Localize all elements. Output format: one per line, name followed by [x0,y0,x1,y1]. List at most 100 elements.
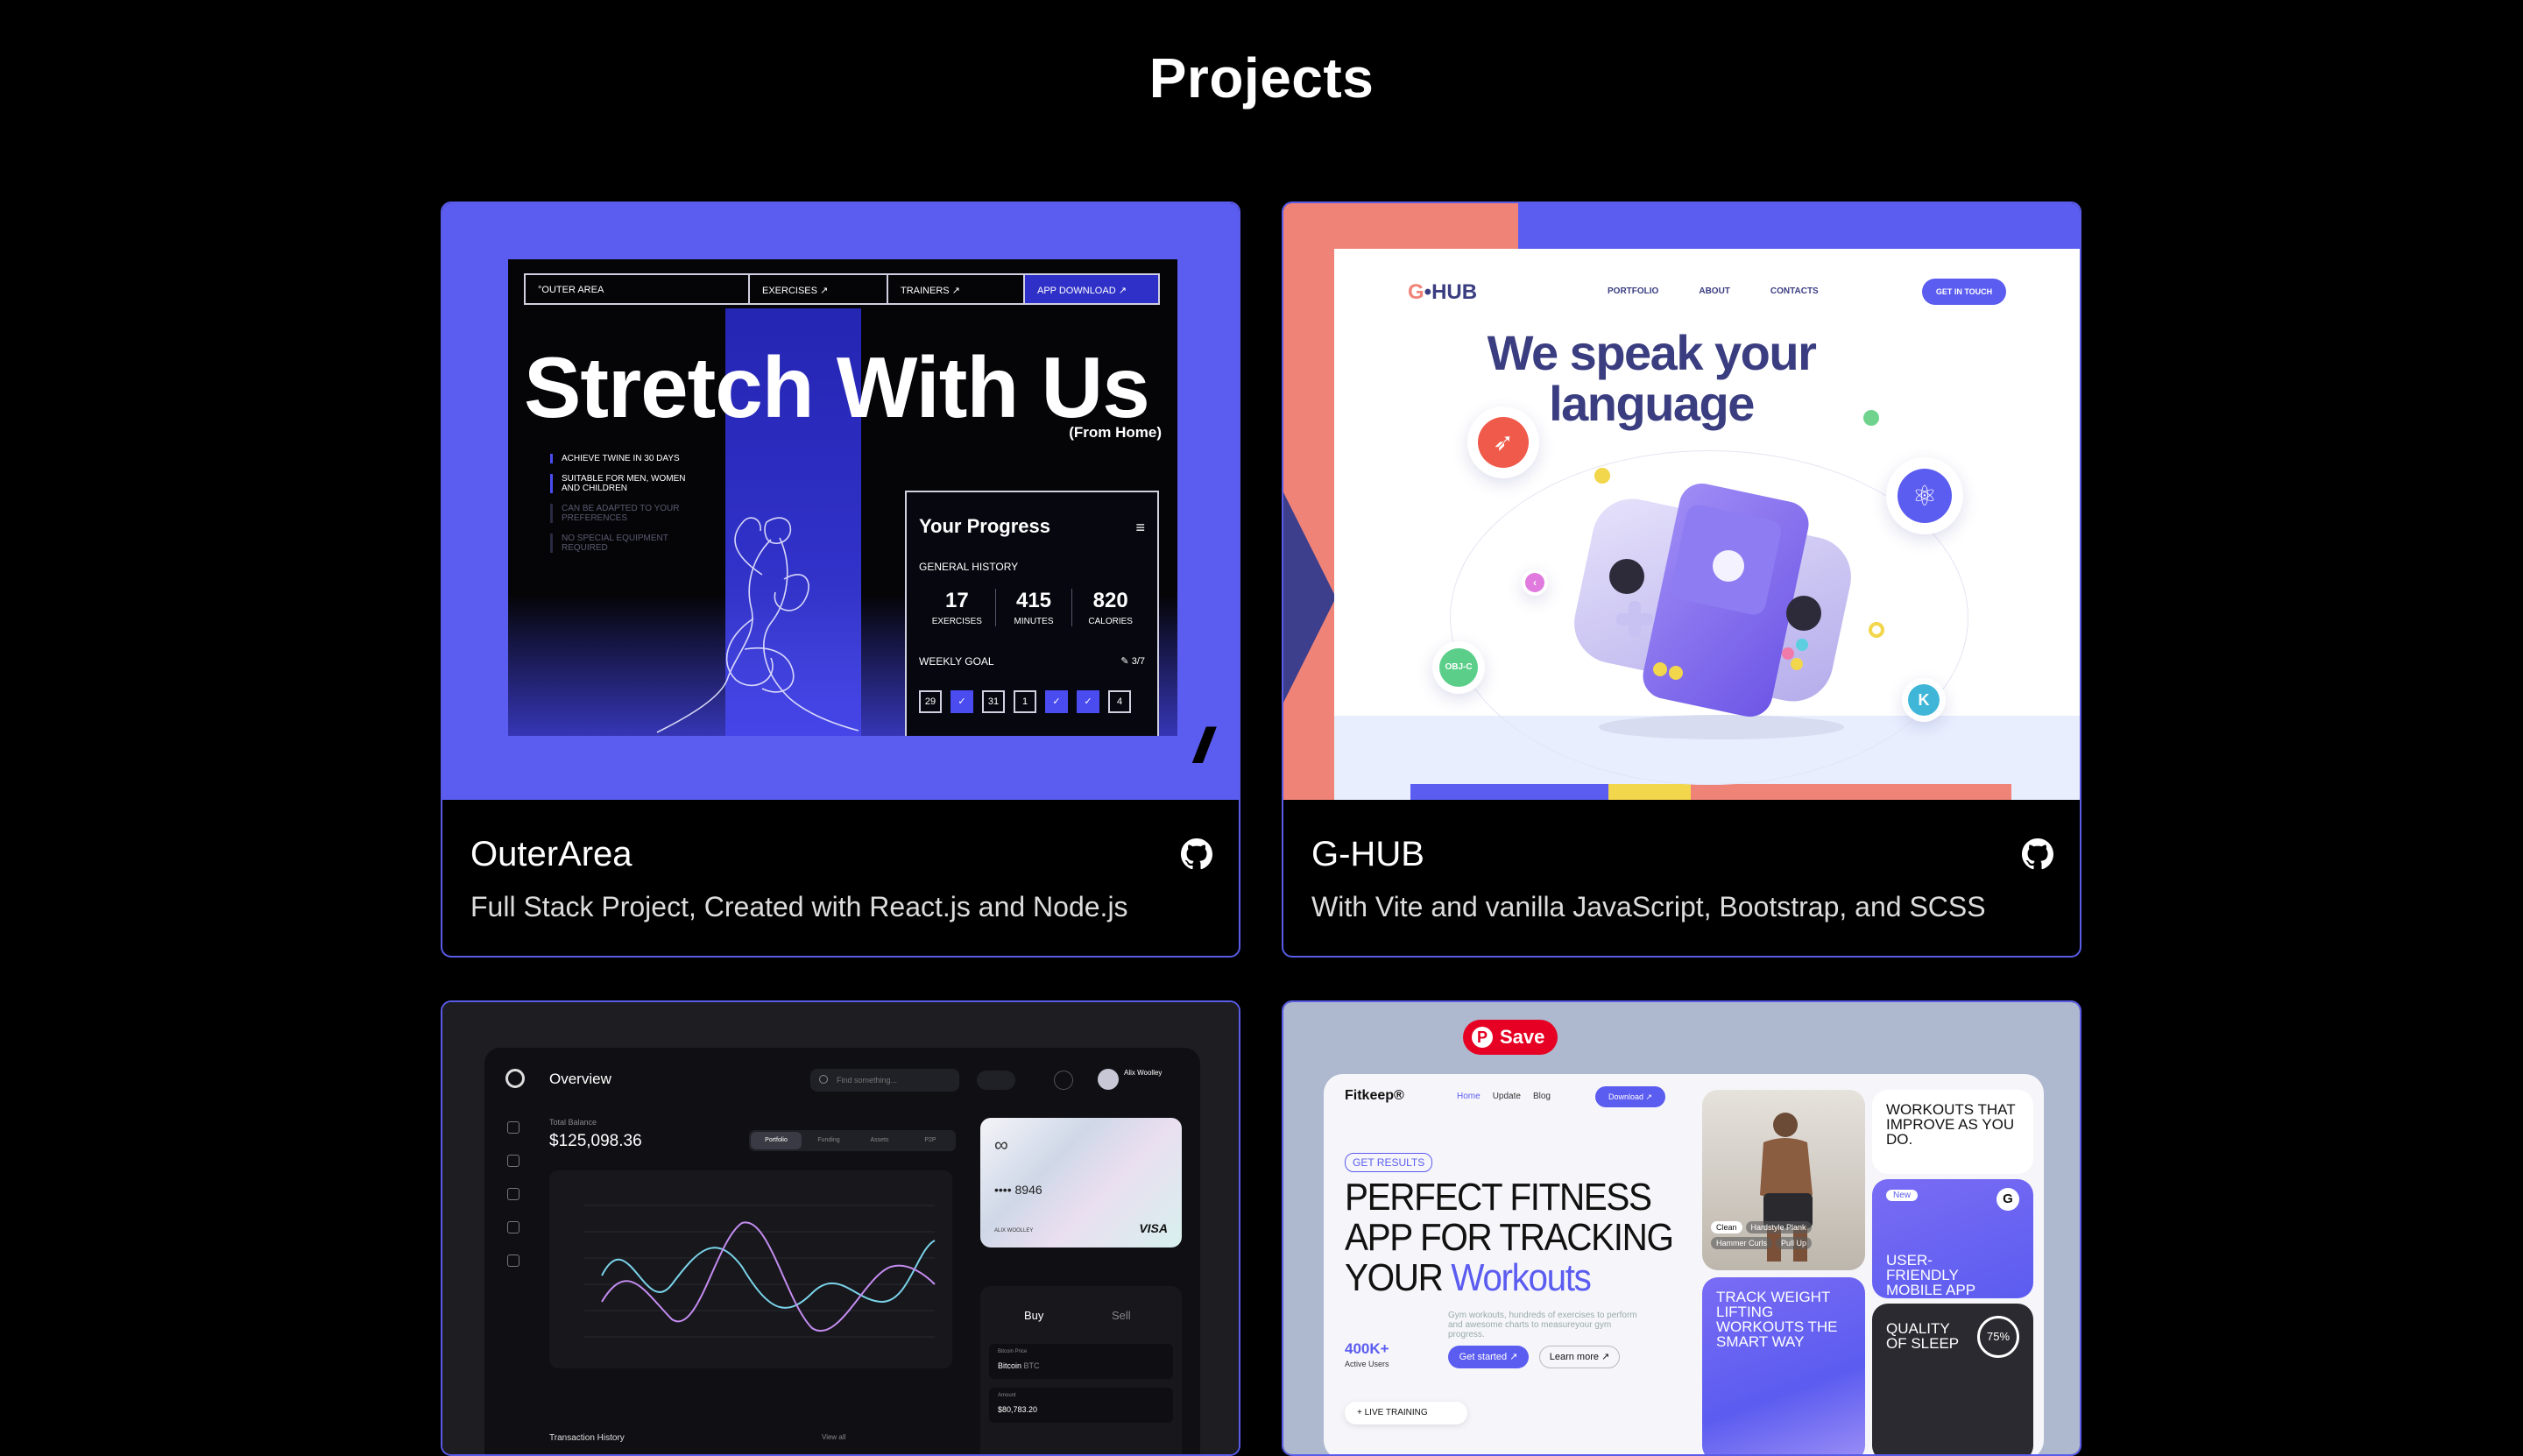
project-card-crypto-dashboard[interactable]: Overview Find something... Alix Woolley … [441,1000,1240,1456]
project-title: G-HUB [1311,835,1424,873]
sleep-progress-ring: 75% [1977,1316,2019,1358]
exercise-tags: Clean Hardstyle Plank Hammer Curls Pull … [1711,1221,1860,1249]
ghub-logo: G•HUB [1408,280,1478,304]
learn-more-button: Learn more ↗ [1539,1346,1620,1368]
objc-icon: OBJ-C [1432,641,1485,694]
stripe-coral [1691,784,2011,800]
day-box-checked: ✓ [951,690,973,713]
github-icon[interactable] [1181,838,1212,870]
sidebar-icons [507,1121,519,1288]
get-started-button: Get started ↗ [1448,1346,1529,1368]
nav-blog: Blog [1532,1092,1551,1101]
react-icon: ⚛ [1886,457,1963,534]
card-number: •••• 8946 [994,1183,1042,1197]
stat-calories: 820 CALORIES [1088,589,1133,626]
weekly-goal-value: ✎ 3/7 [1120,656,1145,667]
card-holder: ALIX WOOLLEY [994,1228,1034,1233]
nav-about: ABOUT [1699,286,1730,296]
track-weight-tile: TRACK WEIGHT LIFTING WORKOUTS THE SMART … [1702,1277,1865,1454]
nav-portfolio: PORTFOLIO [1608,286,1659,296]
project-thumbnail[interactable]: G•HUB PORTFOLIO ABOUT CONTACTS GET IN TO… [1283,203,2080,800]
feature-list: ACHIEVE TWINE IN 30 DAYS SUITABLE FOR ME… [550,454,690,563]
feature-item: ACHIEVE TWINE IN 30 DAYS [550,454,690,463]
get-in-touch-button: GET IN TOUCH [1922,279,2006,305]
transaction-history-title: Transaction History [549,1433,625,1443]
project-card-ghub[interactable]: G•HUB PORTFOLIO ABOUT CONTACTS GET IN TO… [1282,201,2081,958]
weekly-goal-label: WEEKLY GOAL [919,655,994,668]
brand-mark: // [1193,717,1212,773]
user-friendly-tile: New G USER-FRIENDLY MOBILE APP [1872,1179,2033,1298]
fitkeep-headline: PERFECT FITNESS APP FOR TRACKING YOUR Wo… [1345,1176,1674,1299]
nav-update: Update [1492,1092,1521,1101]
day-box: 29 [919,690,942,713]
athlete-photo-tile: Clean Hardstyle Plank Hammer Curls Pull … [1702,1090,1865,1270]
total-balance-label: Total Balance [549,1118,597,1127]
project-thumbnail[interactable]: °OUTER AREA EXERCISES ↗ TRAINERS ↗ APP D… [442,203,1239,800]
tab-portfolio: Portfolio [751,1132,802,1149]
kotlin-icon: K [1902,678,1946,722]
wallet-icon [507,1155,519,1167]
buy-tab: Buy [1024,1309,1044,1322]
settings-icon [507,1255,519,1267]
sell-tab: Sell [1112,1309,1131,1322]
nav-home: Home [1457,1092,1481,1101]
project-thumbnail[interactable]: Fitkeep® Home Update Blog Download ↗ GET… [1283,1002,2080,1454]
get-results-badge: GET RESULTS [1345,1153,1433,1172]
project-description: Full Stack Project, Created with React.j… [470,891,1128,922]
project-card-outerarea[interactable]: °OUTER AREA EXERCISES ↗ TRAINERS ↗ APP D… [441,201,1240,958]
general-history-label: GENERAL HISTORY [919,561,1019,573]
day-box: 31 [982,690,1005,713]
github-icon[interactable] [2022,838,2053,870]
nav-exercises: EXERCISES ↗ [750,275,888,303]
day-box: 4 [1108,690,1131,713]
hero-heading: Stretch With Us [524,339,1150,435]
google-play-icon: G [1996,1188,2019,1211]
active-users-label: Active Users [1345,1360,1389,1368]
active-users-count: 400K+ [1345,1340,1389,1357]
project-card-fitkeep[interactable]: Fitkeep® Home Update Blog Download ↗ GET… [1282,1000,2081,1456]
avatar [1098,1069,1119,1090]
game-console-illustration [1574,483,1851,739]
navy-triangle [1283,492,1336,703]
buy-sell-panel: Buy Sell Bitcoin Price Bitcoin BTC Amoun… [980,1286,1182,1454]
amount-field: Amount $80,783.20 [989,1388,1173,1423]
yellow-ring [1869,622,1884,638]
weekly-days: 29 ✓ 31 1 ✓ ✓ 4 [919,690,1131,713]
progress-panel: Your Progress ≡ GENERAL HISTORY 17 EXERCI… [905,491,1159,736]
improve-tile: WORKOUTS THAT IMPROVE AS YOU DO. [1872,1090,2033,1174]
project-description: With Vite and vanilla JavaScript, Bootst… [1311,891,1986,922]
download-button: Download ↗ [1595,1086,1665,1107]
tab-funding: Funding [817,1137,840,1143]
overview-title: Overview [549,1071,611,1087]
pinterest-icon: P [1472,1027,1493,1048]
view-all-link: View all [822,1433,846,1441]
visa-logo: VISA [1139,1221,1168,1235]
price-chart-lines [584,1205,936,1338]
nav-trainers: TRAINERS ↗ [888,275,1025,303]
project-thumbnail[interactable]: Overview Find something... Alix Woolley … [442,1002,1239,1454]
card-body: OuterArea Full Stack Project, Created wi… [442,800,1239,956]
bell-icon [1054,1071,1073,1090]
price-chart [549,1170,952,1368]
site-navbar: °OUTER AREA EXERCISES ↗ TRAINERS ↗ APP D… [524,273,1160,305]
bitcoin-price-field: Bitcoin Price Bitcoin BTC [989,1344,1173,1379]
ghub-headline: We speak your language [1487,325,1817,431]
fitkeep-logo: Fitkeep® [1345,1088,1404,1103]
feature-item: NO SPECIAL EQUIPMENT REQUIRED [550,534,690,553]
stripe-indigo [1410,784,1608,800]
site-nav: Home Update Blog [1457,1092,1551,1101]
stat-minutes: 415 MINUTES [996,589,1073,626]
day-box: 1 [1014,690,1036,713]
card-logo-icon: ∞ [994,1134,1008,1156]
feature-item: SUITABLE FOR MEN, WOMEN AND CHILDREN [550,474,690,493]
app-logo-icon [505,1069,525,1088]
card-body: G-HUB With Vite and vanilla JavaScript, … [1283,800,2080,956]
balance-tabs: Portfolio Funding Assets P2P [749,1130,956,1151]
pinterest-save-button[interactable]: P Save [1463,1020,1558,1055]
day-box-checked: ✓ [1077,690,1099,713]
stats-row: 17 EXERCISES 415 MINUTES 820 CALORIES [919,589,1148,626]
live-training-button: + LIVE TRAINING [1345,1402,1467,1424]
nav-brand: °OUTER AREA [526,275,750,303]
fitkeep-site: Fitkeep® Home Update Blog Download ↗ GET… [1324,1074,2044,1454]
thumbnail-screen: °OUTER AREA EXERCISES ↗ TRAINERS ↗ APP D… [508,259,1177,736]
